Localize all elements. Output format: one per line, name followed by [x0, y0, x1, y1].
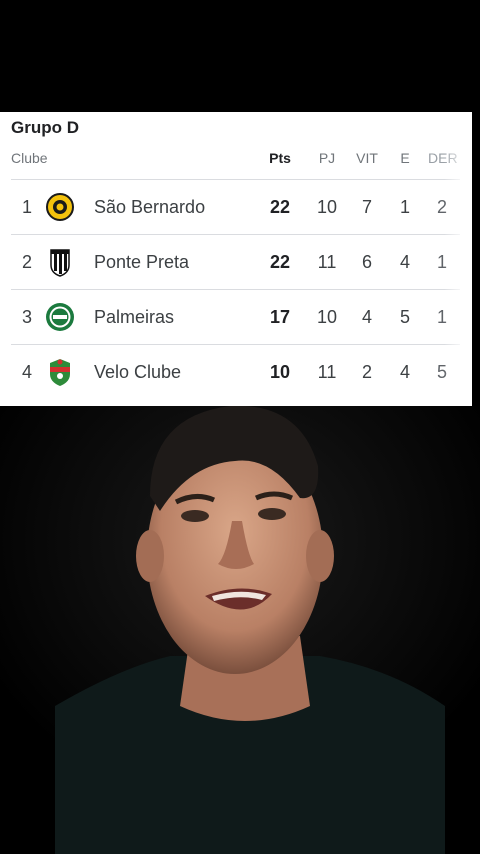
wins: 4	[361, 307, 373, 327]
position: 4	[22, 362, 33, 382]
table-row[interactable]: 4 Velo Clube 10 11 2 4 5	[11, 344, 460, 399]
table-row[interactable]: 3 Palmeiras 17 10 4 5 1	[11, 289, 460, 344]
header-clube[interactable]: Clube	[11, 150, 48, 166]
points: 17	[269, 307, 291, 327]
draws: 5	[399, 307, 411, 327]
scroll-fade	[444, 146, 472, 400]
group-title: Grupo D	[11, 118, 79, 137]
games-played: 11	[317, 252, 337, 272]
header-pj[interactable]: PJ	[319, 150, 335, 166]
draws: 1	[399, 197, 411, 217]
position: 1	[22, 197, 33, 217]
palmeiras-crest-icon	[46, 303, 74, 331]
team-name[interactable]: São Bernardo	[94, 197, 205, 218]
position: 2	[22, 252, 33, 272]
velo-clube-crest-icon	[50, 359, 70, 386]
header-vit[interactable]: VIT	[356, 150, 378, 166]
ponte-preta-crest-icon	[50, 249, 70, 277]
games-played: 10	[316, 197, 338, 217]
team-name[interactable]: Ponte Preta	[94, 252, 189, 273]
draws: 4	[399, 252, 411, 272]
points: 22	[269, 197, 291, 217]
wins: 2	[361, 362, 373, 382]
wins: 7	[361, 197, 373, 217]
header-pts[interactable]: Pts	[269, 150, 291, 166]
presenter-video	[0, 406, 480, 854]
games-played: 10	[316, 307, 338, 327]
team-name[interactable]: Velo Clube	[94, 362, 181, 383]
position: 3	[22, 307, 33, 327]
games-played: 11	[317, 362, 337, 382]
points: 10	[269, 362, 291, 382]
sao-bernardo-crest-icon	[46, 193, 74, 221]
table-row[interactable]: 2 Ponte Preta 22 11 6 4 1	[11, 234, 460, 289]
table-row[interactable]: 1 São Bernardo 22 10 7 1 2	[11, 179, 460, 234]
points: 22	[269, 252, 291, 272]
team-name[interactable]: Palmeiras	[94, 307, 174, 328]
header-e[interactable]: E	[400, 150, 409, 166]
wins: 6	[361, 252, 373, 272]
draws: 4	[399, 362, 411, 382]
